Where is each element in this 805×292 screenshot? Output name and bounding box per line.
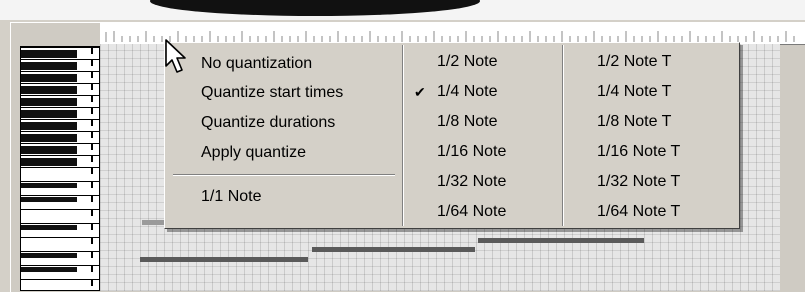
menu-item-half-note-triplet[interactable]: 1/2 Note T [597, 49, 671, 75]
key-marker [91, 120, 93, 126]
note-label: 1/8 Note [437, 113, 498, 130]
white-key-divider [21, 237, 99, 238]
black-key[interactable] [21, 253, 77, 258]
menu-item-no-quantization[interactable]: No quantization [201, 51, 312, 77]
white-key-divider [21, 251, 99, 252]
key-marker [91, 196, 93, 202]
menu-item-eighth-note-triplet[interactable]: 1/8 Note T [597, 109, 671, 135]
key-marker [91, 252, 93, 258]
white-key-divider [21, 155, 99, 156]
menu-item-sixteenth-note[interactable]: 1/16 Note [405, 139, 563, 165]
menu-item-quarter-note[interactable]: ✔ 1/4 Note [405, 79, 563, 105]
key-marker [91, 60, 93, 66]
key-marker [91, 84, 93, 90]
white-key-divider [21, 131, 99, 132]
black-key[interactable] [21, 197, 77, 202]
black-key[interactable] [21, 158, 77, 166]
menu-item-quantize-start-times[interactable]: Quantize start times [201, 80, 343, 106]
white-key-divider [21, 47, 99, 48]
black-key[interactable] [21, 134, 77, 142]
key-marker [91, 266, 93, 272]
black-key[interactable] [21, 86, 77, 94]
column-divider [562, 45, 564, 226]
white-key-divider [21, 119, 99, 120]
note-bar[interactable] [140, 257, 308, 262]
menu-item-thirty-second-note-triplet[interactable]: 1/32 Note T [597, 169, 680, 195]
white-key-divider [21, 195, 99, 196]
key-marker [91, 108, 93, 114]
mouse-pointer-icon [165, 39, 186, 73]
white-key-divider [21, 71, 99, 72]
menu-separator [173, 174, 395, 176]
key-marker [91, 210, 93, 216]
white-key-divider [21, 181, 99, 182]
white-key-divider [21, 167, 99, 168]
menu-item-half-note[interactable]: 1/2 Note [405, 49, 563, 75]
checkmark-icon: ✔ [414, 84, 426, 100]
white-key-divider [21, 265, 99, 266]
black-key[interactable] [21, 267, 77, 272]
note-label: 1/16 Note [437, 143, 507, 160]
black-key[interactable] [21, 122, 77, 130]
note-label: 1/32 Note [437, 173, 507, 190]
black-key[interactable] [21, 183, 77, 188]
quantize-context-menu: No quantization Quantize start times Qua… [164, 42, 740, 229]
note-bar[interactable] [312, 247, 475, 252]
white-key-divider [21, 83, 99, 84]
note-bar[interactable] [142, 220, 166, 225]
black-key[interactable] [21, 74, 77, 82]
column-divider [402, 45, 404, 226]
black-key[interactable] [21, 62, 77, 70]
black-key[interactable] [21, 146, 77, 154]
black-key[interactable] [21, 225, 77, 230]
key-marker [91, 144, 93, 150]
key-marker [91, 156, 93, 162]
menu-item-sixty-fourth-note[interactable]: 1/64 Note [405, 199, 563, 225]
key-marker [91, 48, 93, 54]
key-marker [91, 280, 93, 286]
black-key[interactable] [21, 110, 77, 118]
menu-item-quantize-durations[interactable]: Quantize durations [201, 110, 335, 136]
triplet-value-column: 1/2 Note T 1/4 Note T 1/8 Note T 1/16 No… [565, 43, 739, 228]
note-value-column: 1/2 Note ✔ 1/4 Note 1/8 Note 1/16 Note 1… [405, 43, 563, 228]
menu-item-sixteenth-note-triplet[interactable]: 1/16 Note T [597, 139, 680, 165]
white-key-divider [21, 143, 99, 144]
black-key[interactable] [21, 98, 77, 106]
white-key-divider [21, 107, 99, 108]
note-label: 1/4 Note [437, 83, 498, 100]
menu-item-thirty-second-note[interactable]: 1/32 Note [405, 169, 563, 195]
menu-item-sixty-fourth-note-triplet[interactable]: 1/64 Note T [597, 199, 680, 225]
key-marker [91, 96, 93, 102]
white-key-divider [21, 223, 99, 224]
key-marker [91, 238, 93, 244]
note-label: 1/64 Note [437, 203, 507, 220]
white-key-divider [21, 59, 99, 60]
note-label: 1/2 Note [437, 53, 498, 70]
white-key-divider [21, 209, 99, 210]
key-marker [91, 72, 93, 78]
black-key[interactable] [21, 50, 77, 58]
note-bar[interactable] [478, 238, 644, 243]
ruler-ticks [105, 31, 795, 42]
menu-item-eighth-note[interactable]: 1/8 Note [405, 109, 563, 135]
menu-item-quarter-note-triplet[interactable]: 1/4 Note T [597, 79, 671, 105]
key-marker [91, 224, 93, 230]
white-key-divider [21, 279, 99, 280]
key-marker [91, 182, 93, 188]
piano-keyboard[interactable] [20, 46, 100, 291]
key-marker [91, 132, 93, 138]
menu-item-whole-note[interactable]: 1/1 Note [201, 184, 261, 210]
key-marker [91, 168, 93, 174]
quantize-mode-column: No quantization Quantize start times Qua… [165, 43, 403, 228]
white-key-divider [21, 95, 99, 96]
menu-item-apply-quantize[interactable]: Apply quantize [201, 140, 306, 166]
